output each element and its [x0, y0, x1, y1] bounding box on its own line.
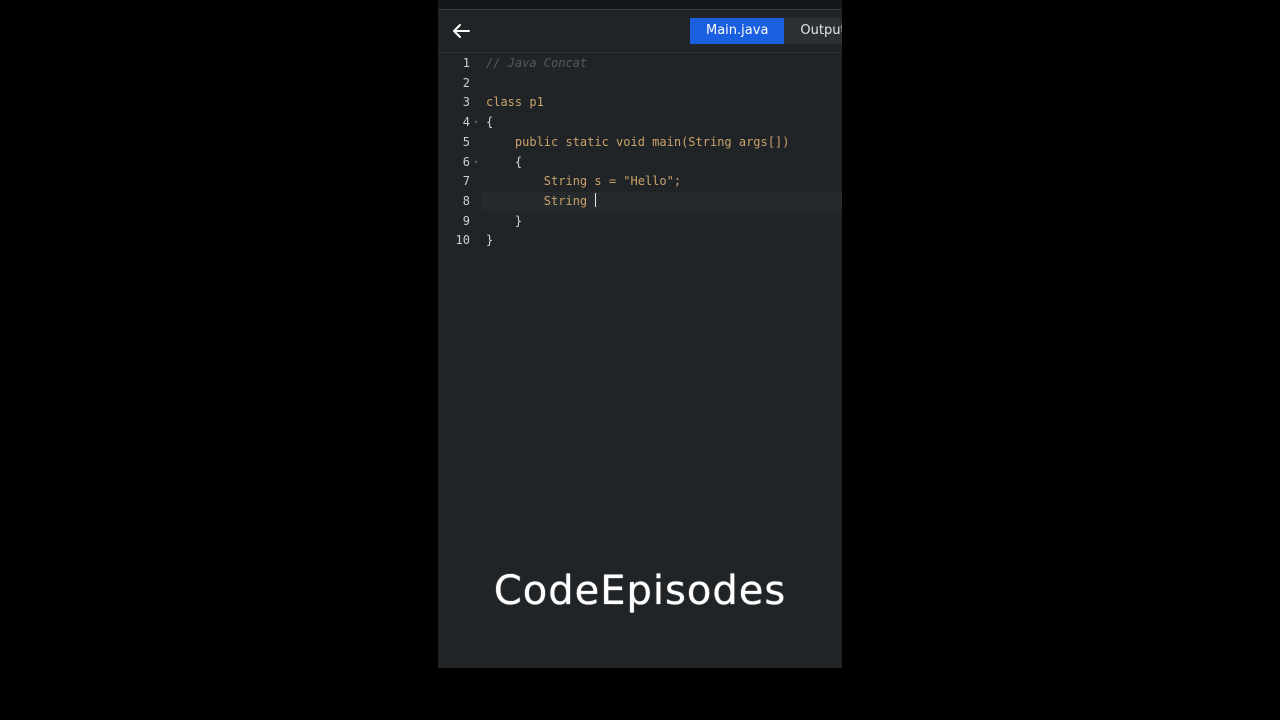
code-line-current: 8 String — [438, 192, 842, 211]
line-number: 1 — [462, 56, 470, 70]
line-number: 5 — [462, 134, 470, 149]
code-text: class p1 — [486, 95, 544, 110]
code-line: 1 // Java Concat — [438, 54, 842, 73]
status-bar — [438, 0, 842, 10]
code-line: 10 } — [438, 231, 842, 250]
code-text: String s = "Hello"; — [486, 174, 682, 189]
code-text: { — [486, 115, 494, 130]
line-number: 4 — [462, 115, 470, 130]
watermark-logo: CodeEpisodes — [493, 568, 787, 614]
code-line: 3 class p1 — [438, 93, 842, 112]
line-number: 6 — [462, 154, 470, 169]
fold-marker-icon[interactable]: ▾ — [474, 153, 478, 172]
toolbar: Main.java Output — [438, 10, 842, 53]
line-number: 2 — [462, 75, 470, 90]
line-number: 9 — [462, 213, 470, 228]
code-text-with-cursor: String — [486, 192, 597, 211]
back-button[interactable] — [446, 16, 476, 46]
tab-main-java[interactable]: Main.java — [690, 18, 785, 44]
tab-output[interactable]: Output — [784, 18, 842, 44]
arrow-left-icon — [453, 24, 470, 38]
phone-screen: Main.java Output 1 // Java Concat 2 3 cl… — [438, 0, 842, 720]
code-text: public static void main(String args[]) — [486, 134, 790, 149]
fold-marker-icon[interactable]: ▾ — [474, 113, 478, 132]
line-number: 3 — [462, 95, 470, 110]
code-text: { — [486, 154, 523, 169]
code-line: 4 ▾ { — [438, 113, 842, 132]
file-tabs: Main.java Output — [690, 18, 842, 44]
code-text: String — [486, 193, 595, 208]
line-number: 10 — [455, 233, 470, 248]
code-line: 6 ▾ { — [438, 153, 842, 172]
code-line: 7 String s = "Hello"; — [438, 172, 842, 191]
code-text: } — [486, 233, 494, 248]
code-line: 9 } — [438, 212, 842, 231]
code-line: 5 public static void main(String args[]) — [438, 133, 842, 152]
text-cursor — [595, 192, 597, 207]
line-number: 8 — [462, 193, 470, 208]
code-line: 2 — [438, 74, 842, 93]
code-text: // Java Concat — [486, 56, 588, 70]
code-editor[interactable]: 1 // Java Concat 2 3 class p1 4 ▾ { 5 pu… — [438, 54, 842, 614]
code-editor-app: Main.java Output 1 // Java Concat 2 3 cl… — [438, 10, 842, 668]
line-number: 7 — [462, 174, 470, 189]
code-text: } — [486, 213, 523, 228]
